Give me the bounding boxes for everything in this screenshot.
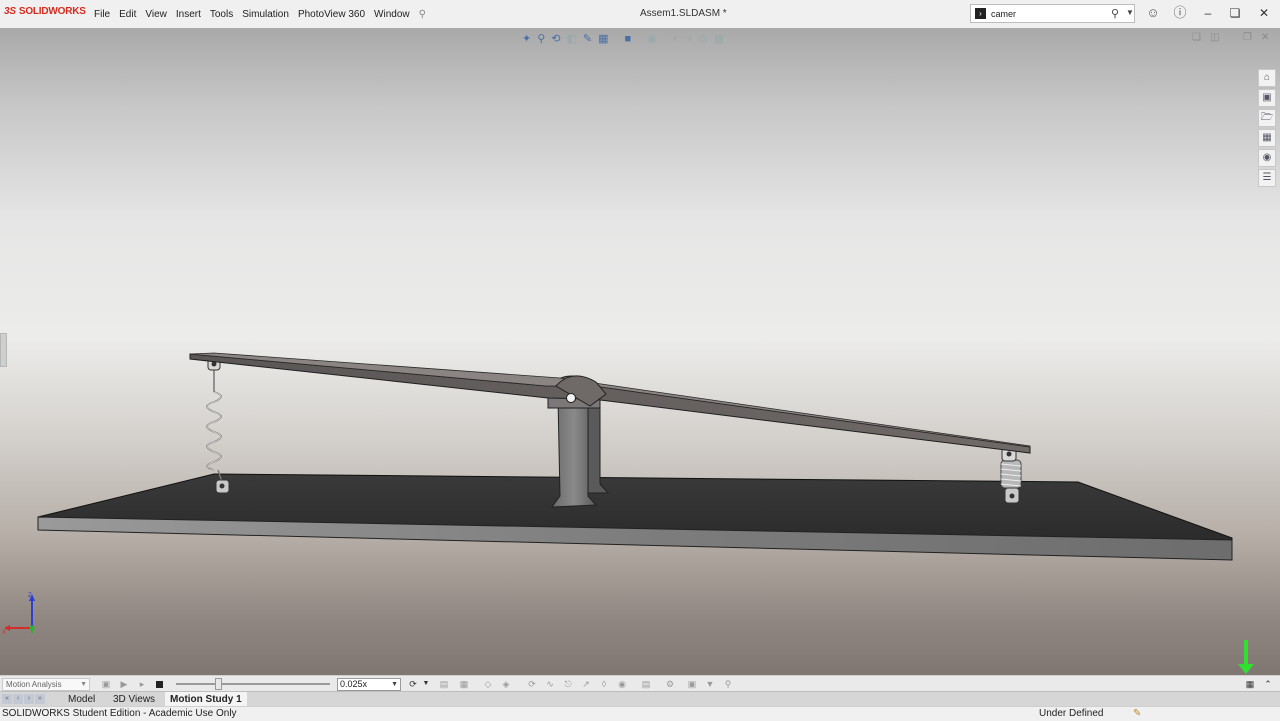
playback-speed-value: 0.025x [340,679,368,689]
results-plots-icon[interactable]: ▤ [640,678,652,690]
reference-triad: Z X [2,593,35,636]
menu-bar: File Edit View Insert Tools Simulation P… [90,0,426,28]
logo-text: SOLIDWORKS [18,6,86,17]
tab-3d-views[interactable]: 3D Views [108,692,160,707]
play-from-start-icon[interactable]: ▶ [118,678,130,690]
ds-logo-icon: 3S [4,6,16,17]
task-pane-tabs: ⌂ ▣ 🗁 ▦ ◉ ☰ [1256,68,1278,188]
custom-properties-icon[interactable]: ☰ [1258,169,1276,187]
tab-motion-study-1[interactable]: Motion Study 1 [165,692,247,707]
analysis-type-select[interactable]: Motion Analysis ▼ [2,678,90,691]
force-icon[interactable]: ↗ [580,678,592,690]
analysis-type-value: Motion Analysis [6,680,62,689]
solidworks-logo[interactable]: 3S SOLIDWORKS [4,6,86,17]
motion-study-properties-icon[interactable]: ⚙ [664,678,676,690]
home-icon[interactable]: ⌂ [1258,69,1276,87]
restore-icon[interactable]: ❏ [1227,6,1243,20]
damper-icon[interactable]: ⎋ [562,678,574,690]
spring-icon[interactable]: ∿ [544,678,556,690]
chevron-down-icon: ▼ [391,681,398,688]
contact-icon[interactable]: ◊ [598,678,610,690]
title-bar: 3S SOLIDWORKS File Edit View Insert Tool… [0,0,1280,28]
seesaw-assembly-model[interactable] [0,28,1280,675]
gravity-icon[interactable]: ◉ [616,678,628,690]
view-palette-icon[interactable]: ▦ [1258,129,1276,147]
menu-view[interactable]: View [141,9,171,20]
appearances-icon[interactable]: ◉ [1258,149,1276,167]
document-title: Assem1.SLDASM * [640,8,727,19]
feature-manager-toggle[interactable] [0,333,7,367]
expand-icon[interactable]: ⌃ [1262,678,1274,690]
green-arrow-indicator [1238,640,1254,674]
search-box[interactable]: › ⚲ ▼ [970,4,1135,23]
menu-window[interactable]: Window [370,9,414,20]
next-tab-icon[interactable]: › [24,694,34,704]
chevron-down-icon[interactable]: ▼ [420,678,432,690]
last-tab-icon[interactable]: » [35,694,45,704]
help-icon[interactable]: ⓘ [1172,5,1188,21]
close-icon[interactable]: ✕ [1256,6,1272,20]
rebuild-icon[interactable]: ✎ [1133,707,1141,721]
triad-x-label: X [2,630,6,636]
menu-tools[interactable]: Tools [206,9,237,20]
search-input[interactable] [991,7,1101,20]
add-update-key-icon[interactable]: ◈ [500,678,512,690]
filter-icon[interactable]: ▼ [704,678,716,690]
design-library-icon[interactable]: ▣ [1258,89,1276,107]
menu-edit[interactable]: Edit [115,9,140,20]
animation-wizard-icon[interactable]: ▦ [458,678,470,690]
save-animation-icon[interactable]: ▤ [438,678,450,690]
left-spring[interactable] [206,357,230,494]
pin-icon[interactable]: ⚲ [419,9,426,20]
menu-file[interactable]: File [90,9,114,20]
document-tab-bar: « ‹ › » Model 3D Views Motion Study 1 [0,691,1280,707]
menu-insert[interactable]: Insert [172,9,205,20]
definition-status: Under Defined [1039,708,1104,719]
motion-manager-toolbar: Motion Analysis ▼ ▣ ▶ ▸ 0.025x ▼ ⟳ ▼ ▤ ▦… [0,675,1280,692]
graphics-area[interactable]: ✦ ⚲ ⟲ ◧ ✎ ▦ ■ ◉ ◐ ◑ ◎ ▩ ❏ ◫ ❐ ✕ ⌂ ▣ 🗁 ▦ … [0,28,1280,675]
minimize-icon[interactable]: – [1200,6,1216,20]
menu-simulation[interactable]: Simulation [238,9,293,20]
chevron-down-icon[interactable]: ▼ [1126,8,1134,17]
seesaw-beam[interactable] [189,352,1031,454]
prev-tab-icon[interactable]: ‹ [13,694,23,704]
playback-speed-select[interactable]: 0.025x ▼ [337,678,401,691]
motion-manager-panel-icon[interactable]: ▦ [1244,678,1256,690]
collapse-icon[interactable]: ▣ [686,678,698,690]
edition-notice: SOLIDWORKS Student Edition - Academic Us… [2,708,237,719]
playback-slider-track[interactable] [176,683,330,685]
motor-icon[interactable]: ⟳ [526,678,538,690]
tab-navigation: « ‹ › » [2,694,46,704]
stop-icon[interactable] [156,681,163,688]
zoom-timeline-icon[interactable]: ⚲ [722,678,734,690]
chevron-down-icon: ▼ [80,681,87,688]
status-bar: SOLIDWORKS Student Edition - Academic Us… [0,706,1280,721]
triad-z-label: Z [28,593,32,599]
command-search-icon: › [975,8,986,19]
menu-photoview-360[interactable]: PhotoView 360 [294,9,369,20]
search-icon[interactable]: ⚲ [1111,7,1119,20]
tab-model[interactable]: Model [63,692,100,707]
first-tab-icon[interactable]: « [2,694,12,704]
autokey-icon[interactable]: ◇ [482,678,494,690]
playback-slider-thumb[interactable] [214,678,222,690]
file-explorer-icon[interactable]: 🗁 [1258,109,1276,127]
play-icon[interactable]: ▸ [136,678,148,690]
user-account-icon[interactable]: ☺ [1145,5,1161,21]
calculate-icon[interactable]: ▣ [100,678,112,690]
playback-mode-icon[interactable]: ⟳ [407,678,419,690]
